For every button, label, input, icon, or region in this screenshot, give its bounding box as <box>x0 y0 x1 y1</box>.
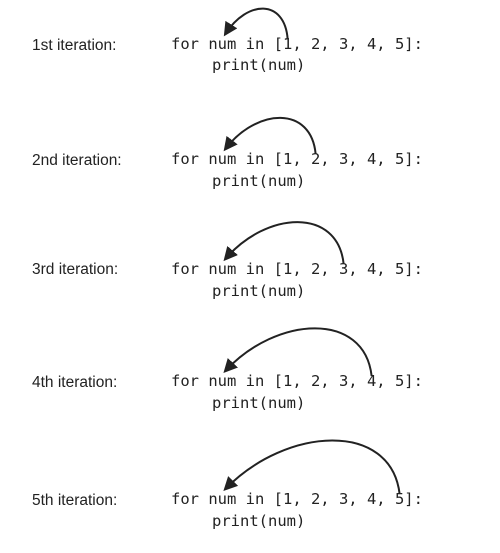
loop-line-1: for num in [1, 2, 3, 4, 5]: <box>171 35 423 53</box>
iteration-label-1: 1st iteration: <box>32 37 117 54</box>
iteration-arrow-5 <box>223 439 401 495</box>
loop-line-3: for num in [1, 2, 3, 4, 5]: <box>171 260 423 278</box>
iteration-arrow-4 <box>223 327 373 377</box>
loop-line-5: for num in [1, 2, 3, 4, 5]: <box>171 490 423 508</box>
iteration-label-5: 5th iteration: <box>32 492 118 509</box>
iteration-label-4: 4th iteration: <box>32 374 118 391</box>
iteration-label-2: 2nd iteration: <box>32 152 122 169</box>
loop-line-4: for num in [1, 2, 3, 4, 5]: <box>171 372 423 390</box>
for-loop-iteration-diagram: 1st iteration: for num in [1, 2, 3, 4, 5… <box>0 0 500 553</box>
body-line-5: print(num) <box>212 512 306 530</box>
body-line-4: print(num) <box>212 394 306 412</box>
body-line-1: print(num) <box>212 56 306 74</box>
loop-line-2: for num in [1, 2, 3, 4, 5]: <box>171 150 423 168</box>
iteration-arrow-3 <box>223 221 345 265</box>
body-line-3: print(num) <box>212 282 306 300</box>
body-line-2: print(num) <box>212 172 306 190</box>
iteration-label-3: 3rd iteration: <box>32 261 119 278</box>
